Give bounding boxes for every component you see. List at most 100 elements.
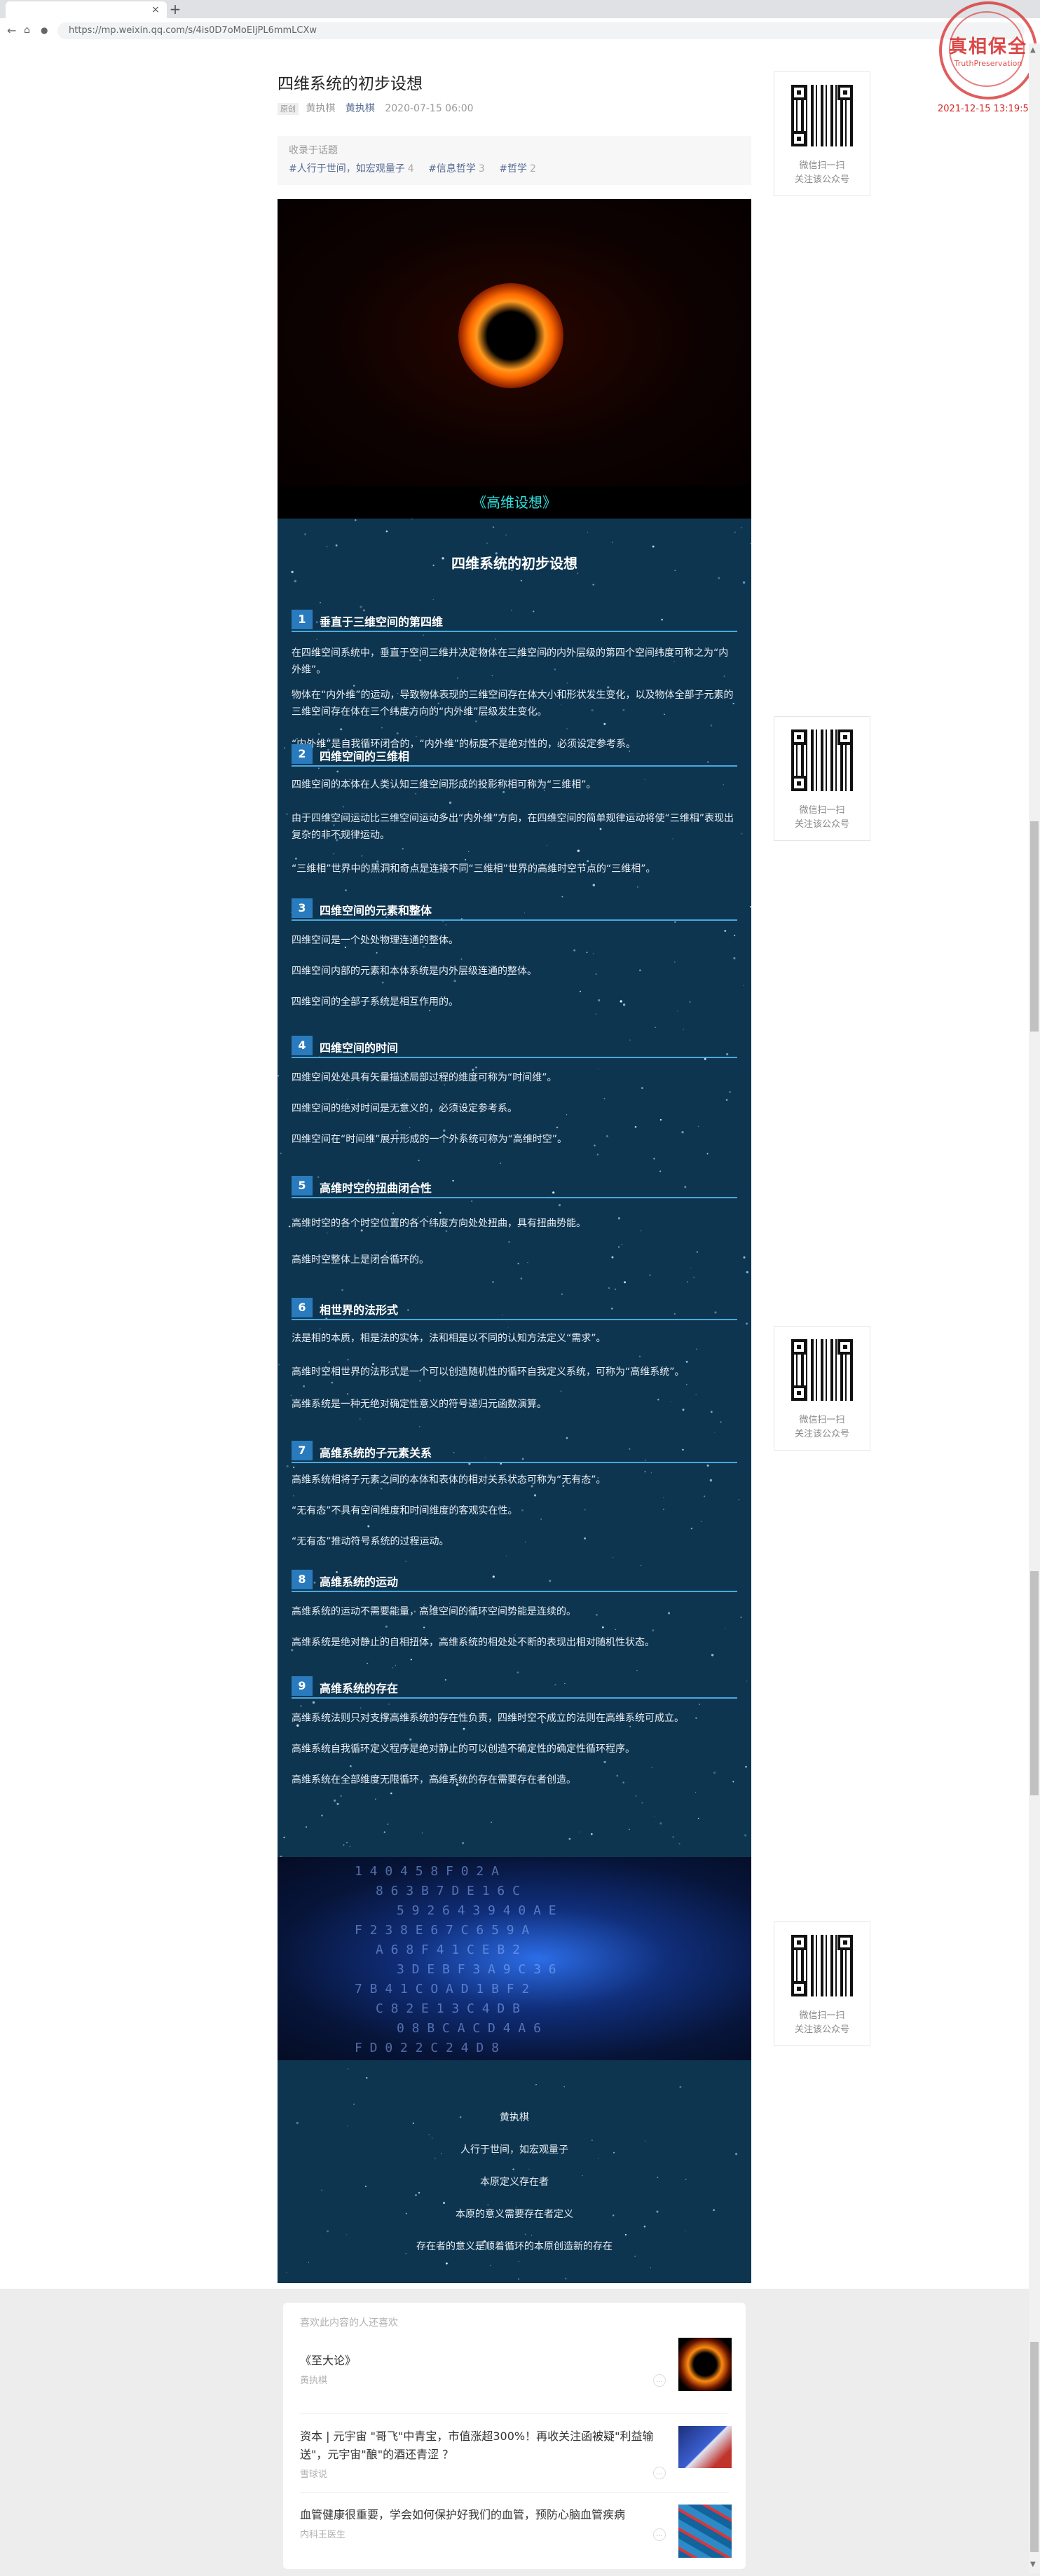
related-thumbnail — [678, 2426, 732, 2468]
star — [331, 1381, 334, 1384]
star — [360, 1707, 362, 1709]
qr-finder-icon — [791, 1385, 807, 1401]
star — [374, 1798, 376, 1800]
scroll-up-icon[interactable]: ▲ — [1030, 46, 1036, 54]
star — [740, 1617, 742, 1618]
topic-label: 收录于话题 — [289, 145, 338, 156]
scroll-thumb[interactable] — [1030, 1571, 1039, 1795]
home-icon[interactable]: ⌂ — [24, 25, 30, 36]
qr-finder-icon — [837, 85, 853, 100]
star — [695, 1348, 697, 1350]
star — [495, 638, 497, 640]
section-number: 1 — [292, 610, 313, 629]
star — [697, 1125, 699, 1128]
star — [486, 542, 488, 544]
star — [654, 1816, 655, 1817]
code-row: 8 6 3 B 7 D E 1 6 C — [376, 1884, 520, 1898]
truth-stamp: 真相保全 TruthPreservation — [939, 1, 1037, 100]
related-author: 雪球说 — [300, 2469, 328, 2480]
star — [592, 953, 594, 954]
footer-line: 本原定义存在者 — [480, 2177, 549, 2188]
star — [460, 958, 463, 960]
star — [333, 853, 335, 855]
star — [659, 1170, 662, 1172]
more-icon[interactable]: … — [653, 2374, 666, 2387]
star — [283, 1837, 285, 1839]
star — [697, 1818, 699, 1819]
star — [340, 1795, 342, 1797]
more-icon[interactable]: … — [653, 2528, 666, 2541]
star — [367, 1662, 368, 1664]
address-bar[interactable]: https://mp.weixin.qq.com/s/4is0D7oMoEIjP… — [57, 22, 1025, 39]
browser-toolbar: ← ⌂ ● https://mp.weixin.qq.com/s/4is0D7o… — [0, 18, 1040, 43]
related-articles: 喜欢此内容的人还喜欢 《至大论》 黄执棋 … 资本 | 元宇宙 "哥飞"中青宝，… — [283, 2303, 746, 2569]
url-text[interactable]: https://mp.weixin.qq.com/s/4is0D7oMoEIjP… — [69, 25, 317, 36]
code-row: A 6 8 F 4 1 C E B 2 — [376, 1943, 520, 1957]
qr-code-card: 微信扫一扫 关注该公众号 — [774, 71, 870, 196]
star — [286, 813, 288, 815]
star — [383, 1831, 385, 1833]
star — [360, 605, 362, 608]
related-item[interactable]: 血管健康很重要，学会如何保护好我们的血管，预防心脑血管疾病 内科王医生 … — [300, 2499, 732, 2576]
related-title[interactable]: 《至大论》 — [300, 2352, 664, 2370]
scrollbar[interactable]: ▲ ▼ — [1029, 43, 1040, 2573]
scroll-thumb[interactable] — [1030, 821, 1039, 1032]
stamp-date: 2021-12-15 13:19:57 — [938, 104, 1035, 114]
section-header: 1 垂直于三维空间的第四维 — [292, 610, 737, 632]
section-paragraph: 高维系统是一种无绝对确定性意义的符号递归元函数演算。 — [292, 1399, 547, 1410]
star — [449, 801, 452, 804]
topic-box: 收录于话题 #人行于世间，如宏观量子 4 #信息哲学 3 #哲学 2 — [278, 136, 751, 185]
star — [439, 1212, 442, 1214]
star — [746, 1680, 748, 1682]
section-header: 2 四维空间的三维相 — [292, 744, 737, 767]
star — [305, 1826, 308, 1828]
star — [566, 682, 568, 684]
close-tab-icon[interactable]: × — [151, 4, 160, 15]
account-link[interactable]: 黄执棋 — [345, 103, 375, 114]
related-author: 内科王医生 — [300, 2530, 346, 2540]
star — [308, 2261, 309, 2263]
star — [603, 722, 606, 725]
new-tab-button[interactable]: + — [167, 1, 184, 17]
topic-tag[interactable]: #哲学 2 — [499, 163, 536, 174]
star — [738, 1499, 740, 1500]
qr-code-card: 微信扫一扫 关注该公众号 — [774, 716, 870, 841]
topic-tag[interactable]: #人行于世间，如宏观量子 4 — [289, 163, 414, 174]
qr-finder-icon — [791, 85, 807, 100]
star — [580, 990, 582, 992]
browser-tab[interactable]: × — [6, 1, 167, 18]
star — [343, 1844, 345, 1846]
qr-line1: 微信扫一扫 — [799, 2010, 845, 2021]
back-icon[interactable]: ← — [7, 24, 16, 37]
scroll-down-icon[interactable]: ▼ — [1030, 2561, 1036, 2568]
related-author: 黄执棋 — [300, 2376, 328, 2386]
section-paragraph: 高维系统相将子元素之间的本体和表体的相对关系状态可称为“无有态”。 — [292, 1474, 606, 1486]
star — [492, 1281, 494, 1283]
section-paragraph: 在四维空间系统中，垂直于空间三维并决定物体在三维空间的内外层级的第四个空间纬度可… — [292, 648, 729, 676]
star — [678, 1842, 680, 1845]
star — [643, 2226, 646, 2228]
star — [327, 2230, 329, 2233]
topic-tag[interactable]: #信息哲学 3 — [428, 163, 485, 174]
scroll-thumb[interactable] — [1030, 2342, 1039, 2552]
section-paragraph: 四维空间内部的元素和本体系统是内外层级连通的整体。 — [292, 966, 537, 977]
star — [490, 2265, 491, 2266]
star — [556, 1126, 559, 1129]
more-icon[interactable]: … — [653, 2467, 666, 2479]
section-paragraph: 四维空间在“时间维”展开形成的一个外系统可称为“高维时空”。 — [292, 1134, 568, 1145]
qr-code-card: 微信扫一扫 关注该公众号 — [774, 1326, 870, 1451]
star — [586, 952, 588, 954]
star — [734, 531, 736, 533]
star — [445, 924, 447, 926]
star — [391, 1666, 393, 1669]
related-item[interactable]: 《至大论》 黄执棋 … — [300, 2338, 732, 2415]
related-title[interactable]: 资本 | 元宇宙 "哥飞"中青宝，市值涨超300%！再收关注函被疑"利益输送"，… — [300, 2427, 664, 2464]
related-item[interactable]: 资本 | 元宇宙 "哥飞"中青宝，市值涨超300%！再收关注函被疑"利益输送"，… — [300, 2420, 732, 2498]
star — [710, 724, 713, 727]
related-title[interactable]: 血管健康很重要，学会如何保护好我们的血管，预防心脑血管疾病 — [300, 2506, 664, 2524]
star — [409, 1127, 411, 1128]
star — [294, 580, 297, 582]
code-row: 1 4 0 4 5 8 F 0 2 A — [355, 1864, 499, 1879]
star — [741, 833, 743, 835]
star — [280, 1152, 282, 1155]
